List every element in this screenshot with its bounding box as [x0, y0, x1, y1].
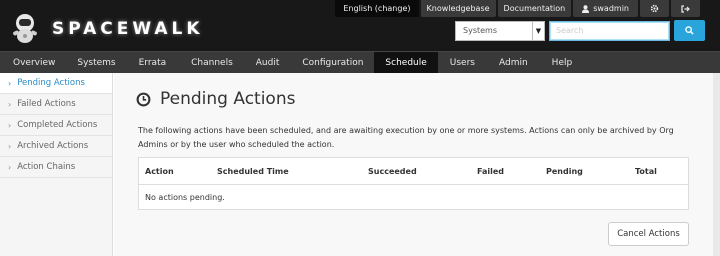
nav-label: Help — [551, 57, 573, 68]
page-scrollbar[interactable] — [713, 73, 720, 256]
sidebar-item-completed-actions[interactable]: › Completed Actions — [0, 115, 112, 136]
nav-label: Audit — [255, 57, 280, 68]
page-description: The following actions have been schedule… — [138, 126, 674, 149]
nav-label: Systems — [77, 57, 116, 68]
search-area: Systems ▼ — [455, 20, 705, 41]
chevron-right-icon: › — [8, 120, 12, 130]
sidebar-item-pending-actions[interactable]: › Pending Actions — [0, 73, 112, 94]
knowledgebase-label: Knowledgebase — [426, 4, 490, 13]
knowledgebase-link[interactable]: Knowledgebase — [420, 0, 496, 17]
settings-button[interactable] — [640, 0, 669, 17]
sidebar: › Pending Actions › Failed Actions › Com… — [0, 73, 113, 256]
sign-out-icon — [681, 4, 690, 13]
clock-icon — [136, 92, 151, 106]
sidebar-item-label: Pending Actions — [17, 78, 85, 88]
main-content: Pending Actions The following actions ha… — [114, 73, 720, 256]
empty-table-message: No actions pending. — [145, 193, 225, 202]
nav-label: Errata — [138, 57, 167, 68]
table-header: Action Scheduled Time Succeeded Failed P… — [139, 158, 688, 185]
page-header: Pending Actions — [136, 89, 295, 109]
nav-label: Admin — [498, 57, 528, 68]
chevron-down-icon: ▼ — [532, 21, 544, 40]
nav-label: Schedule — [385, 57, 427, 68]
documentation-label: Documentation — [503, 4, 566, 13]
page-title: Pending Actions — [160, 89, 296, 109]
astronaut-logo-icon — [13, 14, 37, 43]
pending-actions-table: Action Scheduled Time Succeeded Failed P… — [138, 157, 689, 210]
nav-systems[interactable]: Systems — [68, 52, 124, 73]
nav-label: Configuration — [302, 57, 364, 68]
nav-help[interactable]: Help — [540, 52, 585, 73]
column-header-succeeded[interactable]: Succeeded — [368, 167, 417, 176]
sidebar-item-archived-actions[interactable]: › Archived Actions — [0, 136, 112, 157]
chevron-right-icon: › — [8, 162, 12, 172]
sidebar-item-label: Failed Actions — [17, 99, 76, 109]
nav-errata[interactable]: Errata — [125, 52, 181, 73]
nav-label: Users — [449, 57, 475, 68]
spacewalk-logo[interactable]: SPACEWALK — [8, 10, 200, 46]
column-header-pending[interactable]: Pending — [546, 167, 583, 176]
search-scope-select[interactable]: Systems ▼ — [455, 20, 545, 41]
user-icon — [582, 4, 590, 13]
sidebar-item-label: Archived Actions — [17, 141, 89, 151]
nav-admin[interactable]: Admin — [487, 52, 540, 73]
header: SPACEWALK English (change) Knowledgebase… — [0, 0, 720, 51]
nav-users[interactable]: Users — [438, 52, 487, 73]
cancel-actions-button[interactable]: Cancel Actions — [608, 222, 689, 246]
column-header-total[interactable]: Total — [635, 167, 657, 176]
main-nav: Overview Systems Errata Channels Audit C… — [0, 51, 720, 73]
documentation-link[interactable]: Documentation — [497, 0, 572, 17]
column-header-failed[interactable]: Failed — [477, 167, 504, 176]
sidebar-item-action-chains[interactable]: › Action Chains — [0, 157, 112, 178]
nav-configuration[interactable]: Configuration — [291, 52, 374, 73]
language-label: English (change) — [343, 4, 411, 13]
search-scope-value: Systems — [463, 26, 497, 35]
sidebar-item-failed-actions[interactable]: › Failed Actions — [0, 94, 112, 115]
search-button[interactable] — [674, 20, 705, 41]
column-header-scheduled-time[interactable]: Scheduled Time — [217, 167, 289, 176]
sidebar-item-label: Action Chains — [17, 162, 76, 172]
sidebar-item-label: Completed Actions — [17, 120, 98, 130]
nav-audit[interactable]: Audit — [244, 52, 292, 73]
nav-label: Channels — [191, 57, 233, 68]
chevron-right-icon: › — [8, 78, 12, 88]
language-link[interactable]: English (change) — [335, 0, 419, 17]
gear-icon — [650, 4, 659, 13]
chevron-right-icon: › — [8, 141, 12, 151]
table-row: No actions pending. — [139, 185, 688, 210]
nav-overview[interactable]: Overview — [0, 52, 68, 73]
nav-channels[interactable]: Channels — [180, 52, 244, 73]
search-input[interactable] — [549, 20, 670, 41]
logout-button[interactable] — [671, 0, 700, 17]
search-icon — [685, 26, 694, 35]
chevron-right-icon: › — [8, 99, 12, 109]
nav-label: Overview — [13, 57, 56, 68]
username-label: swadmin — [593, 4, 629, 13]
logo-text: SPACEWALK — [52, 19, 204, 39]
nav-schedule[interactable]: Schedule — [374, 52, 438, 73]
top-utility-bar: English (change) Knowledgebase Documenta… — [335, 0, 700, 17]
user-account-link[interactable]: swadmin — [573, 0, 638, 17]
column-header-action[interactable]: Action — [145, 167, 174, 176]
